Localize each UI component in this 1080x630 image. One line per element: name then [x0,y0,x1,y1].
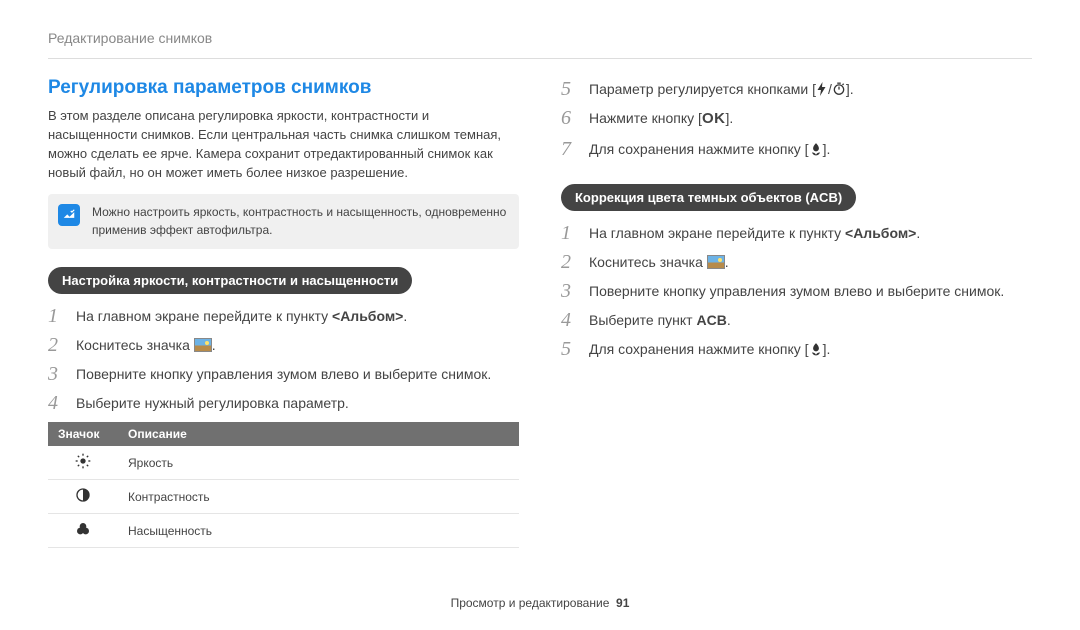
ok-icon: OK [702,110,726,127]
page-number: 91 [616,596,629,610]
columns: Регулировка параметров снимков В этом ра… [48,77,1032,548]
acb-step-2-a: Коснитесь значка [589,254,707,270]
step-2: Коснитесь значка . [48,335,519,356]
footer: Просмотр и редактирование 91 [0,596,1080,610]
step-4-text: Выберите нужный регулировка параметр. [76,393,349,414]
footer-label: Просмотр и редактирование [451,596,610,610]
note-icon [58,204,80,226]
thumb-icon [707,255,725,269]
brightness-label: Яркость [118,446,519,480]
macro-icon [809,142,823,156]
step-1-text-c: . [403,308,407,324]
acb-step-1-c: . [916,225,920,241]
step-6-text-a: Нажмите кнопку [ [589,110,702,126]
contrast-icon [48,480,118,514]
icon-table: Значок Описание Яркость [48,422,519,548]
right-column: Параметр регулируется кнопками [/]. Нажм… [561,77,1032,548]
left-steps: На главном экране перейдите к пункту <Ал… [48,306,519,414]
step-7-text-a: Для сохранения нажмите кнопку [ [589,141,809,157]
macro-icon [809,342,823,356]
contrast-label: Контрастность [118,480,519,514]
acb-step-5: Для сохранения нажмите кнопку []. [561,339,1032,360]
acb-step-3: Поверните кнопку управления зумом влево … [561,281,1032,302]
acb-step-4-c: . [727,312,731,328]
acb-step-1-album: <Альбом> [845,225,916,241]
step-7-text-b: ]. [823,141,831,157]
table-row: Контрастность [48,480,519,514]
table-row: Яркость [48,446,519,480]
step-5-text-b: ]. [846,81,854,97]
step-2-text-a: Коснитесь значка [76,337,194,353]
step-3-text: Поверните кнопку управления зумом влево … [76,364,491,385]
pill-acb: Коррекция цвета темных объектов (ACB) [561,184,856,211]
step-3: Поверните кнопку управления зумом влево … [48,364,519,385]
acb-step-1: На главном экране перейдите к пункту <Ал… [561,223,1032,244]
step-1: На главном экране перейдите к пункту <Ал… [48,306,519,327]
step-4: Выберите нужный регулировка параметр. [48,393,519,414]
acb-step-5-a: Для сохранения нажмите кнопку [ [589,341,809,357]
step-6-text-b: ]. [725,110,733,126]
step-7: Для сохранения нажмите кнопку []. [561,139,1032,160]
acb-step-5-b: ]. [823,341,831,357]
table-row: Насыщенность [48,514,519,548]
header-chapter: Редактирование снимков [48,30,1032,59]
thumb-icon [194,338,212,352]
pill-brightness: Настройка яркости, контрастности и насыщ… [48,267,412,294]
acb-step-3-text: Поверните кнопку управления зумом влево … [589,281,1004,302]
step-2-text-b: . [212,337,216,353]
left-column: Регулировка параметров снимков В этом ра… [48,77,519,548]
note-text: Можно настроить яркость, контрастность и… [92,205,506,236]
th-desc: Описание [118,422,519,446]
acb-step-1-a: На главном экране перейдите к пункту [589,225,845,241]
acb-step-2-b: . [725,254,729,270]
step-1-text-a: На главном экране перейдите к пункту [76,308,332,324]
intro-text: В этом разделе описана регулировка яркос… [48,107,519,182]
acb-step-2: Коснитесь значка . [561,252,1032,273]
step-6: Нажмите кнопку [OK]. [561,108,1032,131]
acb-step-4-acb: ACB [696,312,726,328]
acb-step-4: Выберите пункт ACB. [561,310,1032,331]
right-upper-steps: Параметр регулируется кнопками [/]. Нажм… [561,79,1032,160]
section-title: Регулировка параметров снимков [48,77,519,99]
acb-step-4-a: Выберите пункт [589,312,696,328]
th-icon: Значок [48,422,118,446]
page: Редактирование снимков Регулировка парам… [0,0,1080,568]
saturation-label: Насыщенность [118,514,519,548]
brightness-icon [48,446,118,480]
saturation-icon [48,514,118,548]
timer-icon [832,82,846,96]
step-5: Параметр регулируется кнопками [/]. [561,79,1032,100]
note-box: Можно настроить яркость, контрастность и… [48,194,519,249]
step-5-text-a: Параметр регулируется кнопками [ [589,81,816,97]
flash-icon [816,82,828,96]
step-1-album: <Альбом> [332,308,403,324]
right-lower-steps: На главном экране перейдите к пункту <Ал… [561,223,1032,360]
